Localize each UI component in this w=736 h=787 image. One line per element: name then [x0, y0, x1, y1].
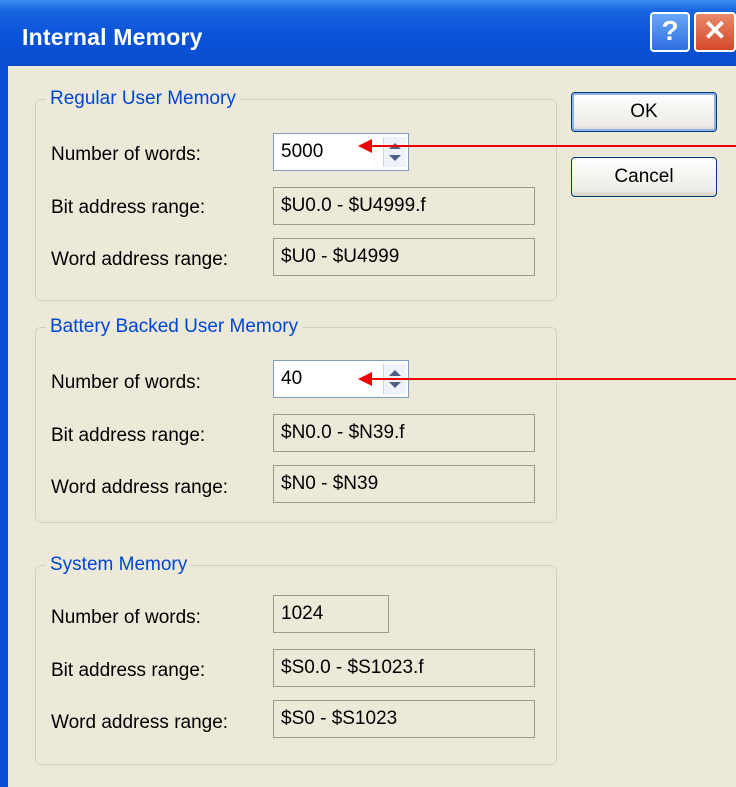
- battery-bit-range-label: Bit address range:: [51, 425, 206, 446]
- system-words-label: Number of words:: [51, 607, 201, 628]
- system-memory-title: System Memory: [46, 554, 192, 576]
- system-bit-range-label: Bit address range:: [51, 660, 206, 681]
- regular-bit-range-label: Bit address range:: [51, 197, 206, 218]
- help-button[interactable]: ?: [650, 12, 690, 52]
- regular-word-range-label: Word address range:: [51, 249, 229, 270]
- system-word-range-field: $S0 - $S1023: [273, 700, 535, 738]
- regular-words-label: Number of words:: [51, 144, 201, 165]
- spin-down-icon[interactable]: [389, 155, 401, 161]
- battery-word-range-field: $N0 - $N39: [273, 465, 535, 503]
- regular-bit-range-field: $U0.0 - $U4999.f: [273, 187, 535, 225]
- arrow-left-icon: [358, 372, 372, 386]
- regular-user-memory-title: Regular User Memory: [46, 88, 240, 110]
- dialog-client-area: Regular User Memory Number of words: 500…: [0, 66, 736, 787]
- system-words-field: 1024: [273, 595, 389, 633]
- system-bit-range-field: $S0.0 - $S1023.f: [273, 649, 535, 687]
- regular-words-value[interactable]: 5000: [281, 141, 323, 162]
- system-word-range-label: Word address range:: [51, 712, 229, 733]
- regular-words-spin-buttons[interactable]: [383, 137, 406, 167]
- battery-bit-range-field: $N0.0 - $N39.f: [273, 414, 535, 452]
- battery-words-label: Number of words:: [51, 372, 201, 393]
- arrow-left-icon: [358, 139, 372, 153]
- spin-down-icon[interactable]: [389, 382, 401, 388]
- ok-button[interactable]: OK: [571, 92, 717, 132]
- cancel-button[interactable]: Cancel: [571, 157, 717, 197]
- spin-up-icon[interactable]: [389, 370, 401, 376]
- regular-word-range-field: $U0 - $U4999: [273, 238, 535, 276]
- close-button[interactable]: ✕: [694, 12, 736, 52]
- internal-memory-dialog: Internal Memory ? ✕ Regular User Memory …: [0, 0, 736, 787]
- dialog-title: Internal Memory: [22, 24, 203, 50]
- regular-words-spinbox[interactable]: 5000: [273, 133, 409, 171]
- battery-words-value[interactable]: 40: [281, 368, 302, 389]
- annotation-arrow-line: [370, 145, 736, 147]
- battery-word-range-label: Word address range:: [51, 477, 229, 498]
- annotation-arrow-line: [370, 378, 736, 380]
- battery-backed-memory-title: Battery Backed User Memory: [46, 316, 303, 338]
